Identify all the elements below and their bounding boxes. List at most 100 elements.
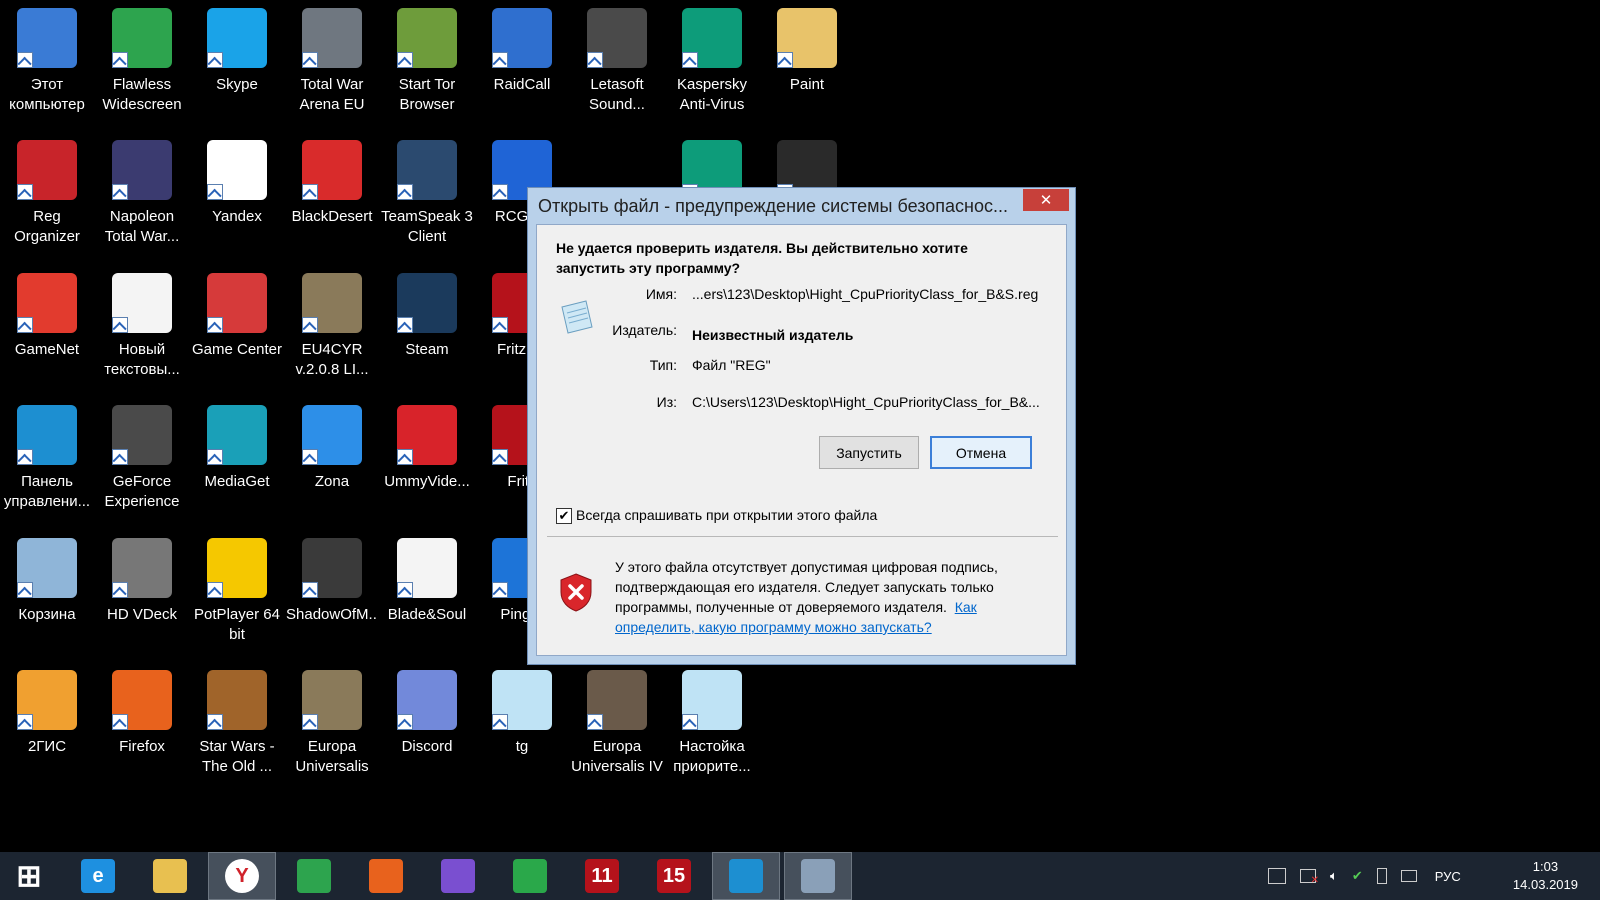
clock[interactable]: 1:03 14.03.2019 xyxy=(1513,858,1578,894)
shortcut-arrow-icon xyxy=(302,52,318,68)
desktop-shortcut[interactable]: Paint xyxy=(761,8,853,95)
discord-icon xyxy=(397,670,457,730)
battery-icon[interactable] xyxy=(1376,868,1387,884)
taskbar-item[interactable]: Y xyxy=(208,852,276,900)
taskbar-item[interactable] xyxy=(784,852,852,900)
desktop-shortcut-label: Start Tor Browser xyxy=(398,76,456,113)
desktop-shortcut[interactable]: Game Center xyxy=(191,273,283,360)
desktop-shortcut[interactable]: UmmyVide... xyxy=(381,405,473,492)
desktop-shortcut[interactable]: GameNet xyxy=(1,273,93,360)
taskbar-item[interactable]: e xyxy=(64,852,132,900)
taskbar-item[interactable]: 11 xyxy=(568,852,636,900)
desktop-shortcut-label: Корзина xyxy=(18,606,76,623)
desktop-shortcut[interactable]: Reg Organizer xyxy=(1,140,93,247)
desktop-shortcut[interactable]: Discord xyxy=(381,670,473,757)
shortcut-arrow-icon xyxy=(112,52,128,68)
raidcall-icon xyxy=(492,8,552,68)
taskbar-item[interactable] xyxy=(136,852,204,900)
taskbar-item[interactable] xyxy=(496,852,564,900)
shortcut-arrow-icon xyxy=(492,317,508,333)
desktop-shortcut[interactable]: Yandex xyxy=(191,140,283,227)
always-ask-checkbox[interactable]: ✔ xyxy=(556,508,572,524)
warning-text: У этого файла отсутствует допустимая циф… xyxy=(615,557,1045,637)
taskbar-item[interactable] xyxy=(712,852,780,900)
desktop-shortcut[interactable]: 2ГИС xyxy=(1,670,93,757)
system-tray: ✕ 🔈︎ ✔ РУС xyxy=(1268,852,1461,900)
desktop-shortcut[interactable]: BlackDesert xyxy=(286,140,378,227)
desktop-shortcut[interactable]: Kaspersky Anti-Virus xyxy=(666,8,758,115)
file-explorer-icon xyxy=(153,859,187,893)
shortcut-arrow-icon xyxy=(17,317,33,333)
desktop-shortcut-label: Steam xyxy=(405,341,449,358)
start-button[interactable]: ⊞ xyxy=(0,852,58,900)
registry-editor-icon xyxy=(801,859,835,893)
tor-browser-icon xyxy=(397,8,457,68)
desktop-shortcut[interactable]: ShadowOfM... xyxy=(286,538,378,625)
volume-icon[interactable]: 🔈︎ xyxy=(1330,868,1338,884)
desktop-shortcut[interactable]: Этот компьютер xyxy=(1,8,93,115)
type-label: Тип: xyxy=(649,357,677,373)
desktop-shortcut[interactable]: Blade&Soul xyxy=(381,538,473,625)
desktop-shortcut[interactable]: Новый текстовы... xyxy=(96,273,188,380)
desktop-shortcut-label: UmmyVide... xyxy=(384,473,470,490)
shortcut-arrow-icon xyxy=(682,714,698,730)
desktop-shortcut[interactable]: Панель управлени... xyxy=(1,405,93,512)
desktop-shortcut[interactable]: Zona xyxy=(286,405,378,492)
shortcut-arrow-icon xyxy=(302,317,318,333)
desktop-shortcut[interactable]: Flawless Widescreen xyxy=(96,8,188,115)
mediaget-icon xyxy=(207,405,267,465)
desktop-shortcut[interactable]: GeForce Experience xyxy=(96,405,188,512)
close-button[interactable]: ✕ xyxy=(1023,189,1069,211)
text-file-icon xyxy=(112,273,172,333)
desktop-shortcut[interactable]: Firefox xyxy=(96,670,188,757)
desktop-shortcut[interactable]: Total War Arena EU xyxy=(286,8,378,115)
desktop-shortcut[interactable]: EU4CYR v.2.0.8 LI... xyxy=(286,273,378,380)
network-error-icon[interactable]: ✕ xyxy=(1300,869,1319,886)
desktop-shortcut[interactable]: HD VDeck xyxy=(96,538,188,625)
taskbar: ⊞ e Y 11 15 ✕ 🔈︎ ✔ РУС 1:03 14.03.2019 xyxy=(0,852,1600,900)
letasoft-sound-icon xyxy=(587,8,647,68)
taskbar-item[interactable]: 15 xyxy=(640,852,708,900)
steam-icon xyxy=(397,273,457,333)
desktop-shortcut-label: MediaGet xyxy=(204,473,270,490)
desktop-shortcut[interactable]: Start Tor Browser xyxy=(381,8,473,115)
desktop-shortcut[interactable]: Europa Universalis IV xyxy=(571,670,663,777)
shortcut-arrow-icon xyxy=(17,582,33,598)
desktop-shortcut-label: GameNet xyxy=(14,341,80,358)
display-icon[interactable] xyxy=(1400,870,1417,882)
cancel-button[interactable]: Отмена xyxy=(930,436,1032,469)
shortcut-arrow-icon xyxy=(112,317,128,333)
skype-icon xyxy=(207,8,267,68)
desktop-shortcut[interactable]: Skype xyxy=(191,8,283,95)
always-ask-label[interactable]: Всегда спрашивать при открытии этого фай… xyxy=(576,507,877,523)
yandex-browser-icon: Y xyxy=(225,859,259,893)
taskbar-item[interactable] xyxy=(280,852,348,900)
publisher-label: Издатель: xyxy=(612,322,677,338)
desktop-shortcut[interactable]: Europa Universalis I... xyxy=(286,670,378,777)
desktop-shortcut[interactable]: Letasoft Sound... xyxy=(571,8,663,115)
desktop-shortcut[interactable]: MediaGet xyxy=(191,405,283,492)
desktop-shortcut[interactable]: Napoleon Total War... xyxy=(96,140,188,247)
security-check-icon[interactable]: ✔ xyxy=(1352,868,1363,884)
desktop-shortcut[interactable]: RaidCall xyxy=(476,8,568,95)
question-text: Не удается проверить издателя. Вы действ… xyxy=(556,240,968,276)
dialog-body: Не удается проверить издателя. Вы действ… xyxy=(536,224,1067,656)
show-hidden-icons-icon[interactable] xyxy=(1268,868,1286,884)
desktop-shortcut[interactable]: Steam xyxy=(381,273,473,360)
run-button[interactable]: Запустить xyxy=(819,436,919,469)
shortcut-arrow-icon xyxy=(302,714,318,730)
shortcut-arrow-icon xyxy=(397,52,413,68)
desktop-shortcut[interactable]: TeamSpeak 3 Client xyxy=(381,140,473,247)
language-indicator[interactable]: РУС xyxy=(1435,869,1461,884)
taskbar-item[interactable] xyxy=(352,852,420,900)
desktop-shortcut[interactable]: Настойка приорите... xyxy=(666,670,758,777)
close-icon: ✕ xyxy=(1039,191,1053,209)
desktop-shortcut[interactable]: tg xyxy=(476,670,568,757)
desktop-shortcut[interactable]: PotPlayer 64 bit xyxy=(191,538,283,645)
shortcut-arrow-icon xyxy=(207,317,223,333)
desktop-shortcut-label: PotPlayer 64 bit xyxy=(194,606,280,643)
taskbar-item[interactable] xyxy=(424,852,492,900)
desktop-shortcut[interactable]: Корзина xyxy=(1,538,93,625)
dialog-titlebar[interactable]: Открыть файл - предупреждение системы бе… xyxy=(528,188,1075,224)
desktop-shortcut[interactable]: Star Wars - The Old ... xyxy=(191,670,283,777)
